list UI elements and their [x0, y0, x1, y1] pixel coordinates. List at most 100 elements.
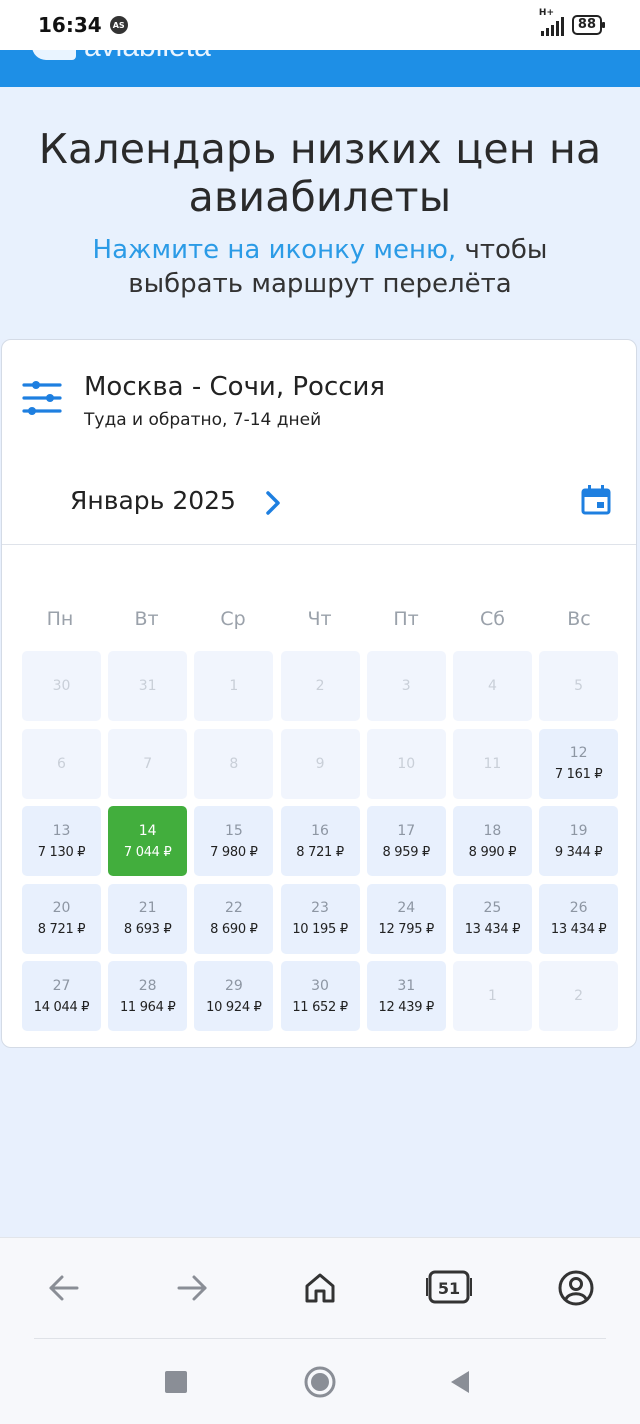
signal-icon: H+ [539, 8, 564, 36]
browser-navbar: 51 [0, 1237, 640, 1424]
calendar-day[interactable]: 29 10 924 ₽ [194, 961, 274, 1031]
day-price: 9 344 ₽ [554, 844, 603, 860]
calendar-day[interactable]: 15 7 980 ₽ [194, 806, 274, 876]
day-number: 10 [397, 755, 416, 772]
weekday-label: Вт [134, 608, 159, 630]
calendar-day[interactable]: 23 10 195 ₽ [280, 883, 360, 954]
triangle-back-icon [451, 1371, 469, 1393]
account-button[interactable] [556, 1268, 596, 1308]
calendar-day: 1 [194, 651, 274, 721]
route-title: Москва - Сочи, Россия [84, 372, 386, 402]
day-number: 11 [483, 755, 502, 772]
calendar-day: 31 [108, 651, 188, 721]
calendar-day[interactable]: 12 7 161 ₽ [539, 728, 619, 799]
day-number: 31 [138, 678, 157, 694]
day-price: 11 964 ₽ [119, 999, 176, 1015]
day-number: 31 [397, 977, 416, 994]
weekday-label: Пт [393, 608, 419, 630]
forward-button[interactable] [172, 1268, 212, 1308]
weekday-label: Вс [567, 608, 591, 630]
arrow-right-icon [177, 1275, 207, 1301]
day-number: 1 [229, 678, 239, 694]
tabs-button[interactable]: 51 [426, 1268, 472, 1308]
day-price: 8 990 ₽ [468, 844, 517, 860]
day-number: 5 [574, 678, 584, 694]
day-price: 8 721 ₽ [296, 844, 344, 860]
calendar-day[interactable]: 13 7 130 ₽ [22, 806, 101, 876]
system-back-button[interactable] [444, 1366, 476, 1398]
calendar-day: 2 [539, 961, 619, 1031]
calendar-day: 10 [366, 728, 446, 799]
day-price: 11 652 ₽ [292, 999, 348, 1015]
day-number: 9 [315, 755, 325, 772]
calendar-day: 1 [452, 961, 532, 1031]
calendar-day[interactable]: 26 13 434 ₽ [539, 883, 619, 954]
day-number: 1 [487, 988, 497, 1004]
calendar-day[interactable]: 17 8 959 ₽ [366, 806, 446, 876]
menu-hint-link[interactable]: Нажмите на иконку меню, [93, 235, 457, 265]
system-home-button[interactable] [304, 1366, 336, 1398]
tabs-count: 51 [437, 1278, 461, 1298]
day-number: 14 [138, 822, 157, 839]
calendar-day[interactable]: 19 9 344 ₽ [539, 806, 619, 876]
sliders-icon[interactable] [22, 378, 62, 418]
calendar-icon[interactable] [580, 484, 612, 516]
day-number: 26 [569, 900, 588, 916]
day-price: 7 980 ₽ [210, 844, 258, 860]
chevron-right-icon[interactable] [260, 488, 286, 518]
circle-icon [304, 1366, 336, 1398]
day-price: 12 439 ₽ [378, 999, 435, 1015]
day-number: 21 [138, 900, 157, 916]
day-price: 14 044 ₽ [33, 999, 90, 1015]
calendar-day[interactable]: 28 11 964 ₽ [108, 961, 188, 1031]
day-number: 28 [138, 977, 157, 994]
day-number: 25 [483, 900, 502, 916]
day-number: 20 [52, 900, 71, 916]
home-button[interactable] [300, 1268, 340, 1308]
status-time-group: 16:34 AS [38, 13, 128, 37]
back-button[interactable] [44, 1268, 84, 1308]
calendar-day: 30 [22, 651, 101, 721]
day-price: 8 959 ₽ [382, 844, 431, 860]
route-text[interactable]: Москва - Сочи, Россия Туда и обратно, 7-… [84, 370, 385, 430]
calendar-day[interactable]: 24 12 795 ₽ [366, 883, 446, 954]
route-subtitle: Туда и обратно, 7-14 дней [84, 410, 322, 430]
logo-text[interactable]: aviabileta [84, 50, 211, 64]
calendar-day[interactable]: 27 14 044 ₽ [22, 961, 101, 1031]
page-title: Календарь низких цен на авиабилеты [38, 125, 602, 221]
day-number: 17 [397, 822, 416, 839]
day-price: 13 434 ₽ [464, 922, 521, 937]
route-header: Москва - Сочи, Россия Туда и обратно, 7-… [22, 370, 385, 430]
calendar-day-selected[interactable]: 14 7 044 ₽ [108, 806, 188, 876]
site-header: aviabileta [0, 50, 640, 87]
system-nav-row [0, 1366, 640, 1398]
calendar-day[interactable]: 21 8 693 ₽ [108, 883, 188, 954]
calendar-card: Москва - Сочи, Россия Туда и обратно, 7-… [1, 339, 637, 1048]
day-number: 19 [569, 822, 588, 839]
calendar-day: 6 [22, 728, 101, 799]
logo-mark-icon [32, 50, 76, 60]
weekday-label: Ср [220, 608, 246, 630]
day-price: 10 924 ₽ [206, 999, 262, 1015]
calendar-day[interactable]: 31 12 439 ₽ [366, 961, 446, 1031]
calendar-day[interactable]: 22 8 690 ₽ [194, 883, 274, 954]
month-label: Январь 2025 [70, 486, 236, 515]
square-icon [165, 1371, 187, 1393]
day-price: 13 434 ₽ [550, 922, 607, 937]
calendar-day: 9 [280, 728, 360, 799]
status-time: 16:34 [38, 13, 102, 37]
calendar-day[interactable]: 25 13 434 ₽ [452, 883, 532, 954]
day-price: 7 161 ₽ [554, 767, 603, 782]
account-icon [558, 1270, 594, 1306]
calendar-day[interactable]: 20 8 721 ₽ [22, 883, 101, 954]
calendar-day[interactable]: 18 8 990 ₽ [452, 806, 532, 876]
recents-button[interactable] [160, 1366, 192, 1398]
as-badge-icon: AS [109, 16, 128, 34]
nav-divider [34, 1338, 606, 1339]
calendar-day[interactable]: 16 8 721 ₽ [280, 806, 360, 876]
calendar-day[interactable]: 30 11 652 ₽ [280, 961, 360, 1031]
day-price: 7 044 ₽ [123, 844, 172, 860]
day-number: 13 [52, 822, 71, 839]
calendar-day: 5 [539, 651, 619, 721]
day-number: 18 [483, 822, 502, 839]
